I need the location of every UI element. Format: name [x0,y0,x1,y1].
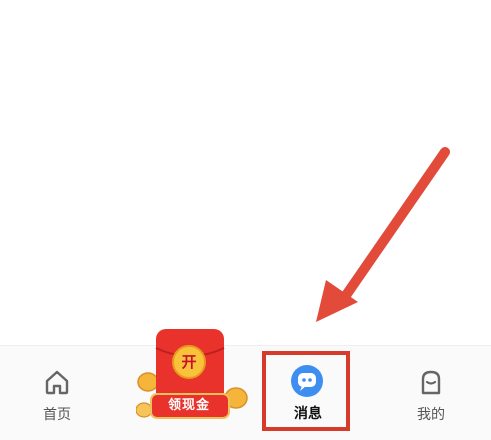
highlight-box [262,351,350,431]
smiley-profile-icon [421,370,441,395]
tab-home[interactable]: 首页 [14,346,100,440]
open-envelope-label: 开 [181,353,197,371]
tab-me[interactable]: 我的 [388,346,474,440]
tab-me-label: 我的 [417,407,445,423]
claim-cash-label: 领现金 [167,398,210,413]
tab-home-label: 首页 [43,407,71,423]
cash-reward-button[interactable]: 开 领现金 [136,326,248,424]
home-icon [45,370,69,395]
content-area [0,0,491,345]
